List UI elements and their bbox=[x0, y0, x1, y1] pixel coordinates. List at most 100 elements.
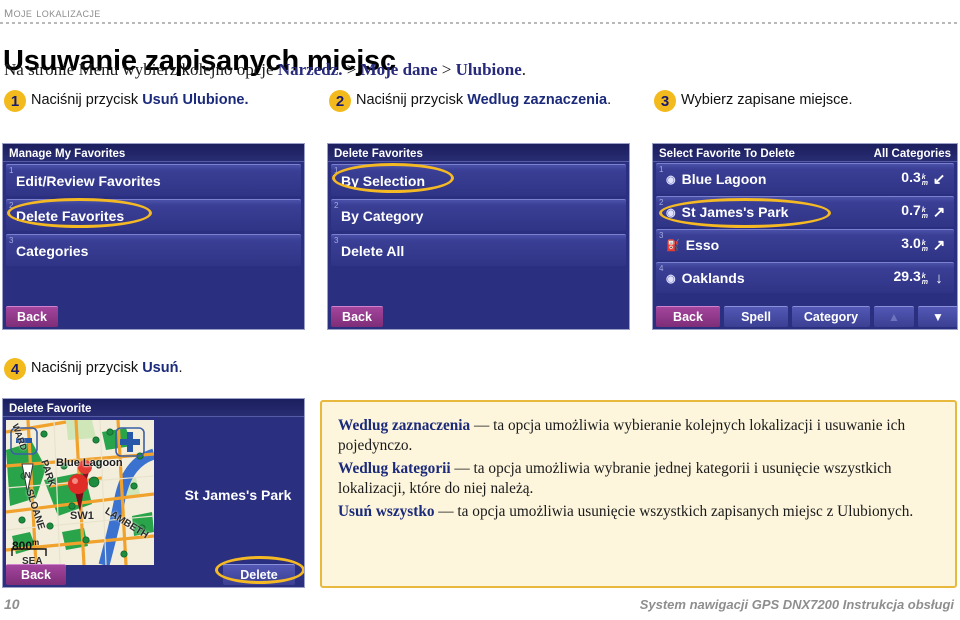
screen1-row-1-label: Edit/Review Favorites bbox=[16, 172, 161, 189]
screen4-footer: Back Delete bbox=[3, 561, 304, 587]
breadcrumb-end: . bbox=[521, 60, 527, 79]
screen3-row-2-distance-value: 0.7 bbox=[901, 201, 921, 218]
device-screen-delete-favorite-map: Delete Favorite N Blue Lagoon PARK SLOAN… bbox=[2, 398, 305, 588]
info-item-2-term: Wedlug kategorii bbox=[338, 460, 451, 477]
screen2-row-3-label: Delete All bbox=[341, 242, 405, 259]
screen1-row-edit-review-favorites[interactable]: 1 Edit/Review Favorites bbox=[6, 164, 301, 196]
step-4-post: . bbox=[178, 360, 183, 376]
screen3-title: Select Favorite To Delete bbox=[659, 147, 795, 160]
info-item-2: Wedlug kategorii — ta opcja umożliwia wy… bbox=[338, 459, 939, 498]
info-item-3-desc: — ta opcja umożliwia usunięcie wszystkic… bbox=[434, 503, 914, 520]
breadcrumb-separator-2: > bbox=[437, 60, 456, 79]
step-2-bold: Wedlug zaznaczenia bbox=[467, 92, 608, 108]
screen3-row-4-distance-value: 29.3 bbox=[893, 267, 921, 284]
screen1-row-categories[interactable]: 3 Categories bbox=[6, 234, 301, 266]
direction-arrow-icon: ↗ bbox=[932, 237, 946, 254]
step-4-number-icon: 4 bbox=[4, 358, 26, 380]
screen3-row-3-distance-value: 3.0 bbox=[901, 234, 921, 251]
screen3-row-2-index: 2 bbox=[659, 198, 664, 207]
breadcrumb-item-2: Moje dane bbox=[360, 60, 438, 79]
screen1-back-button[interactable]: Back bbox=[6, 305, 58, 327]
screen3-row-esso[interactable]: 3 ⛽ Esso 3.0 k m ↗ bbox=[656, 229, 954, 260]
screen1-row-2-label: Delete Favorites bbox=[16, 207, 125, 224]
screen3-row-oaklands[interactable]: 4 ◉ Oaklands 29.3 k m ↓ bbox=[656, 262, 954, 293]
step-1-number-icon: 1 bbox=[4, 90, 26, 112]
step-1-bold: Usuń Ulubione. bbox=[142, 92, 249, 108]
screen3-title-bar: Select Favorite To Delete All Categories bbox=[653, 144, 957, 162]
screen1-footer: Back bbox=[3, 303, 304, 329]
step-3-pre: Wybierz zapisane miejsce. bbox=[681, 92, 853, 108]
screen2-title: Delete Favorites bbox=[334, 147, 423, 160]
breadcrumb-item-3: Ulubione bbox=[455, 60, 522, 79]
direction-arrow-icon: ↗ bbox=[932, 204, 946, 221]
info-box: Wedlug zaznaczenia — ta opcja umożliwia … bbox=[320, 400, 957, 588]
screen1-row-3-index: 3 bbox=[9, 236, 14, 245]
screen3-row-4-index: 4 bbox=[659, 264, 664, 273]
step-3-number-icon: 3 bbox=[654, 90, 676, 112]
map-preview[interactable]: N Blue Lagoon PARK SLOANE SW1 LAMBETH WA… bbox=[6, 420, 154, 565]
screen3-row-3-distance-unit: km bbox=[921, 239, 928, 253]
step-2-post: . bbox=[607, 92, 612, 108]
screen1-row-delete-favorites[interactable]: 2 Delete Favorites bbox=[6, 199, 301, 231]
manual-title-footer: System nawigacji GPS DNX7200 Instrukcja … bbox=[639, 597, 954, 612]
screen4-place-label: St James's Park bbox=[184, 487, 292, 503]
screen1-title-bar: Manage My Favorites bbox=[3, 144, 304, 162]
screen3-category-filter: All Categories bbox=[873, 147, 951, 160]
screen3-list: 1 ◉ Blue Lagoon 0.3 k m ↙ 2 ◉ St James's P… bbox=[653, 162, 957, 293]
screen1-row-2-index: 2 bbox=[9, 201, 14, 210]
screen2-row-1-index: 1 bbox=[334, 166, 339, 175]
screen3-row-3-label: Esso bbox=[685, 237, 720, 253]
screen3-scroll-down-button[interactable]: ▼ bbox=[918, 305, 957, 327]
screen3-row-4-distance-unit: km bbox=[921, 272, 928, 286]
screen3-spell-button[interactable]: Spell bbox=[724, 305, 788, 327]
screen2-row-by-selection[interactable]: 1 By Selection bbox=[331, 164, 626, 196]
step-2: 2 Naciśnij przycisk Wedlug zaznaczenia. bbox=[329, 90, 629, 112]
direction-arrow-icon: ↓ bbox=[935, 269, 943, 287]
step-4-bold: Usuń bbox=[142, 360, 179, 376]
screen4-delete-button[interactable]: Delete bbox=[223, 563, 295, 585]
screen2-list: 1 By Selection 2 By Category 3 Delete Al… bbox=[328, 162, 629, 266]
screen3-back-button[interactable]: Back bbox=[656, 305, 720, 327]
header-divider bbox=[0, 22, 960, 24]
device-screen-manage-my-favorites: Manage My Favorites 1 Edit/Review Favori… bbox=[2, 143, 305, 330]
screen2-row-2-index: 2 bbox=[334, 201, 339, 210]
waypoint-icon: ◉ bbox=[666, 173, 676, 186]
step-2-text: Naciśnij przycisk Wedlug zaznaczenia. bbox=[356, 90, 611, 109]
screen3-row-st-james-park[interactable]: 2 ◉ St James's Park 0.7 k m ↗ bbox=[656, 196, 954, 227]
screen3-scroll-up-button[interactable]: ▲ bbox=[874, 305, 914, 327]
screen2-back-button[interactable]: Back bbox=[331, 305, 383, 327]
screen3-row-4-label: Oaklands bbox=[681, 270, 745, 286]
screen3-row-blue-lagoon[interactable]: 1 ◉ Blue Lagoon 0.3 k m ↙ bbox=[656, 163, 954, 194]
step-2-number-icon: 2 bbox=[329, 90, 351, 112]
screen3-row-1-index: 1 bbox=[659, 165, 664, 174]
device-screen-delete-favorites: Delete Favorites 1 By Selection 2 By Cat… bbox=[327, 143, 630, 330]
screen3-row-4-distance: 29.3 k m bbox=[894, 268, 928, 289]
step-3: 3 Wybierz zapisane miejsce. bbox=[654, 90, 954, 112]
info-item-3-term: Usuń wszystko bbox=[338, 503, 435, 520]
screen2-footer: Back bbox=[328, 303, 629, 329]
screen3-row-1-label: Blue Lagoon bbox=[681, 171, 767, 187]
step-4: 4 Naciśnij przycisk Usuń. bbox=[4, 358, 304, 380]
screen1-list: 1 Edit/Review Favorites 2 Delete Favorit… bbox=[3, 162, 304, 266]
screen2-row-by-category[interactable]: 2 By Category bbox=[331, 199, 626, 231]
screen2-title-bar: Delete Favorites bbox=[328, 144, 629, 162]
step-4-text: Naciśnij przycisk Usuń. bbox=[31, 358, 182, 377]
screen3-row-1-distance-value: 0.3 bbox=[901, 168, 921, 185]
step-4-pre: Naciśnij przycisk bbox=[31, 360, 143, 376]
map-scale-unit: m bbox=[32, 538, 40, 547]
screen3-category-button[interactable]: Category bbox=[792, 305, 870, 327]
screen2-row-delete-all[interactable]: 3 Delete All bbox=[331, 234, 626, 266]
info-item-1-term: Wedlug zaznaczenia bbox=[338, 417, 471, 434]
breadcrumb-item-1: Narzedz. bbox=[277, 60, 343, 79]
breadcrumb-separator-1: > bbox=[342, 60, 361, 79]
map-scale-value: 800 bbox=[12, 539, 33, 553]
map-label-sw1: SW1 bbox=[70, 510, 94, 522]
screen3-row-2-label: St James's Park bbox=[681, 204, 789, 220]
svg-text:N: N bbox=[25, 471, 31, 480]
screen4-back-button[interactable]: Back bbox=[6, 563, 66, 585]
step-3-text: Wybierz zapisane miejsce. bbox=[681, 90, 853, 109]
step-1-text: Naciśnij przycisk Usuń Ulubione. bbox=[31, 90, 249, 109]
step-1: 1 Naciśnij przycisk Usuń Ulubione. bbox=[4, 90, 304, 112]
waypoint-icon: ◉ bbox=[666, 206, 676, 219]
screen1-row-1-index: 1 bbox=[9, 166, 14, 175]
